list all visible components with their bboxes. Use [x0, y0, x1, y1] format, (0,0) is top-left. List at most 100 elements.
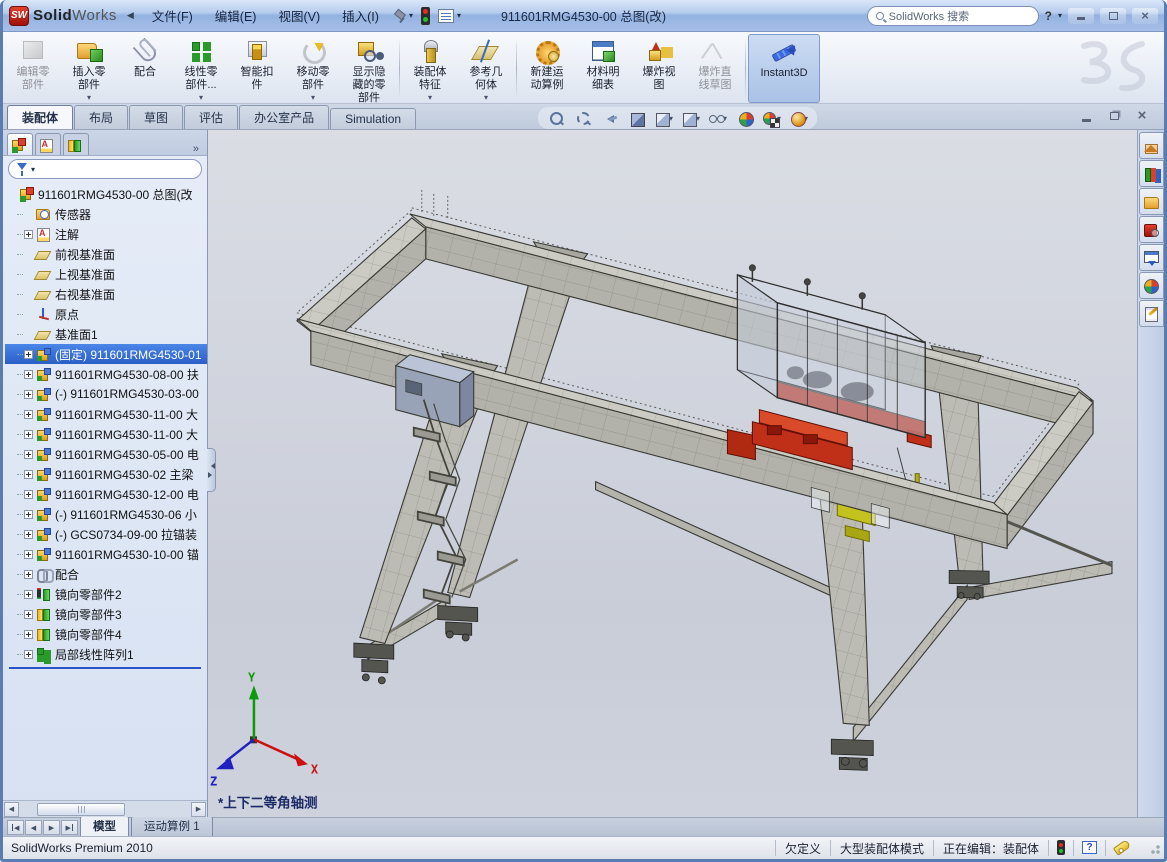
expand-plus-icon[interactable] — [24, 510, 33, 519]
tree-item[interactable]: 911601RMG4530-11-00 大 — [5, 424, 207, 444]
design-library-tab[interactable] — [1139, 160, 1164, 187]
expand-plus-icon[interactable] — [24, 370, 33, 379]
instant3d-button[interactable]: Instant3D — [748, 34, 820, 103]
expand-plus-icon[interactable] — [24, 230, 33, 239]
expand-plus-icon[interactable] — [24, 470, 33, 479]
panel-horizontal-scrollbar[interactable]: ◀ ▶ — [3, 800, 207, 817]
show-hidden-button[interactable]: 显示隐藏的零部件 — [341, 34, 397, 103]
configurationmanager-tab[interactable] — [63, 133, 89, 155]
dropdown-arrow-icon[interactable]: ▾ — [428, 93, 432, 102]
view-settings-button[interactable]: ▾ — [787, 108, 811, 128]
minimize-button[interactable] — [1068, 8, 1094, 24]
graphics-viewport[interactable]: Y X Z *上下二等角轴测 — [208, 130, 1164, 817]
expand-plus-icon[interactable] — [24, 450, 33, 459]
tab-布局[interactable]: 布局 — [74, 105, 128, 129]
doc-restore-button[interactable] — [1106, 109, 1122, 123]
display-style-button[interactable]: ▾ — [679, 108, 703, 128]
expand-plus-icon[interactable] — [24, 530, 33, 539]
tree-item[interactable]: 上视基准面 — [5, 264, 207, 284]
mate-button[interactable]: 配合 — [117, 34, 173, 103]
zoom-fit-button[interactable] — [544, 108, 568, 128]
scroll-thumb[interactable] — [37, 803, 125, 816]
search-tab[interactable] — [1139, 216, 1164, 243]
tree-item[interactable]: 911601RMG4530-11-00 大 — [5, 404, 207, 424]
dropdown-arrow-icon[interactable]: ▾ — [484, 93, 488, 102]
prev-tab-button[interactable]: ◀ — [25, 820, 42, 835]
menu-pin[interactable]: ▾ — [393, 9, 413, 23]
move-component-button[interactable]: 移动零部件▾ — [285, 34, 341, 103]
tab-办公室产品[interactable]: 办公室产品 — [239, 105, 329, 129]
dropdown-arrow-icon[interactable]: ▾ — [199, 93, 203, 102]
scroll-left-button[interactable]: ◀ — [4, 802, 19, 817]
expand-plus-icon[interactable] — [24, 490, 33, 499]
expand-plus-icon[interactable] — [24, 650, 33, 659]
tree-item[interactable]: (-) GCS0734-09-00 拉锚装 — [5, 524, 207, 544]
status-tag[interactable] — [1105, 840, 1138, 855]
tree-item[interactable]: 传感器 — [5, 204, 207, 224]
featuremanager-tab[interactable] — [7, 133, 33, 155]
tree-item[interactable]: 注解 — [5, 224, 207, 244]
model-tab-模型[interactable]: 模型 — [80, 816, 129, 836]
view-orientation-button[interactable]: ▾ — [652, 108, 676, 128]
quick-tips-icon[interactable]: ? — [1082, 841, 1097, 854]
expand-plus-icon[interactable] — [24, 610, 33, 619]
tab-草图[interactable]: 草图 — [129, 105, 183, 129]
tree-item[interactable]: 镜向零部件3 — [5, 604, 207, 624]
tree-filter-input[interactable]: ▾ — [8, 159, 202, 179]
expand-plus-icon[interactable] — [24, 390, 33, 399]
tree-item[interactable]: 911601RMG4530-08-00 扶 — [5, 364, 207, 384]
tree-item[interactable]: 配合 — [5, 564, 207, 584]
menu-item-1[interactable]: 编辑(E) — [205, 3, 267, 28]
exploded-view-button[interactable]: 爆炸视图 — [631, 34, 687, 103]
tree-item[interactable]: 911601RMG4530-12-00 电 — [5, 484, 207, 504]
expand-plus-icon[interactable] — [24, 430, 33, 439]
tree-item[interactable]: 局部线性阵列1 — [5, 644, 207, 664]
zoom-area-button[interactable] — [571, 108, 595, 128]
expand-plus-icon[interactable] — [24, 550, 33, 559]
motion-study-button[interactable]: 新建运动算例 — [519, 34, 575, 103]
linear-pattern-button[interactable]: 线性零部件...▾ — [173, 34, 229, 103]
maximize-button[interactable] — [1100, 8, 1126, 24]
expand-plus-icon[interactable] — [24, 630, 33, 639]
menu-item-2[interactable]: 视图(V) — [268, 3, 330, 28]
menu-item-3[interactable]: 插入(I) — [332, 3, 389, 28]
dropdown-arrow-icon[interactable]: ▾ — [87, 93, 91, 102]
last-tab-button[interactable]: ▶ — [61, 820, 78, 835]
menu-collapse-icon[interactable]: ◀ — [127, 10, 134, 21]
panel-expand-chevron[interactable]: » — [193, 143, 203, 155]
reference-geometry-button[interactable]: 参考几何体▾ — [458, 34, 514, 103]
crane-3d-model[interactable]: Y X Z *上下二等角轴测 — [208, 130, 1137, 812]
solidworks-resources-tab[interactable] — [1139, 132, 1164, 159]
tree-item[interactable]: 911601RMG4530-02 主梁 — [5, 464, 207, 484]
first-tab-button[interactable]: ◀ — [7, 820, 24, 835]
scroll-right-button[interactable]: ▶ — [191, 802, 206, 817]
expand-plus-icon[interactable] — [24, 590, 33, 599]
menu-item-0[interactable]: 文件(F) — [142, 3, 203, 28]
apply-scene-button[interactable]: ▾ — [760, 108, 784, 128]
appearances-tab[interactable] — [1139, 272, 1164, 299]
tree-item[interactable]: 911601RMG4530-00 总图(改 — [5, 184, 207, 204]
tab-Simulation[interactable]: Simulation — [330, 108, 416, 129]
insert-component-button[interactable]: 插入零部件▾ — [61, 34, 117, 103]
scroll-track[interactable] — [19, 802, 191, 817]
view-palette-tab[interactable] — [1139, 244, 1164, 271]
bom-button[interactable]: 材料明细表 — [575, 34, 631, 103]
tab-评估[interactable]: 评估 — [184, 105, 238, 129]
tree-item[interactable]: 镜向零部件2 — [5, 584, 207, 604]
tree-item[interactable]: 右视基准面 — [5, 284, 207, 304]
custom-properties-tab[interactable] — [1139, 300, 1164, 327]
tree-item[interactable]: 原点 — [5, 304, 207, 324]
file-explorer-tab[interactable] — [1139, 188, 1164, 215]
search-input[interactable]: SolidWorks 搜索 — [867, 6, 1039, 26]
propertymanager-tab[interactable] — [35, 133, 61, 155]
hide-show-items-button[interactable]: ▾ — [706, 108, 730, 128]
help-dropdown-icon[interactable]: ▾ — [1058, 11, 1062, 20]
resize-grip[interactable] — [1148, 842, 1160, 854]
assembly-features-button[interactable]: 装配体特征▾ — [402, 34, 458, 103]
tree-item[interactable]: 911601RMG4530-10-00 锚 — [5, 544, 207, 564]
expand-plus-icon[interactable] — [24, 350, 33, 359]
tree-item[interactable]: 镜向零部件4 — [5, 624, 207, 644]
smart-fasteners-button[interactable]: 智能扣件 — [229, 34, 285, 103]
previous-view-button[interactable] — [598, 108, 622, 128]
tab-装配体[interactable]: 装配体 — [7, 105, 73, 129]
